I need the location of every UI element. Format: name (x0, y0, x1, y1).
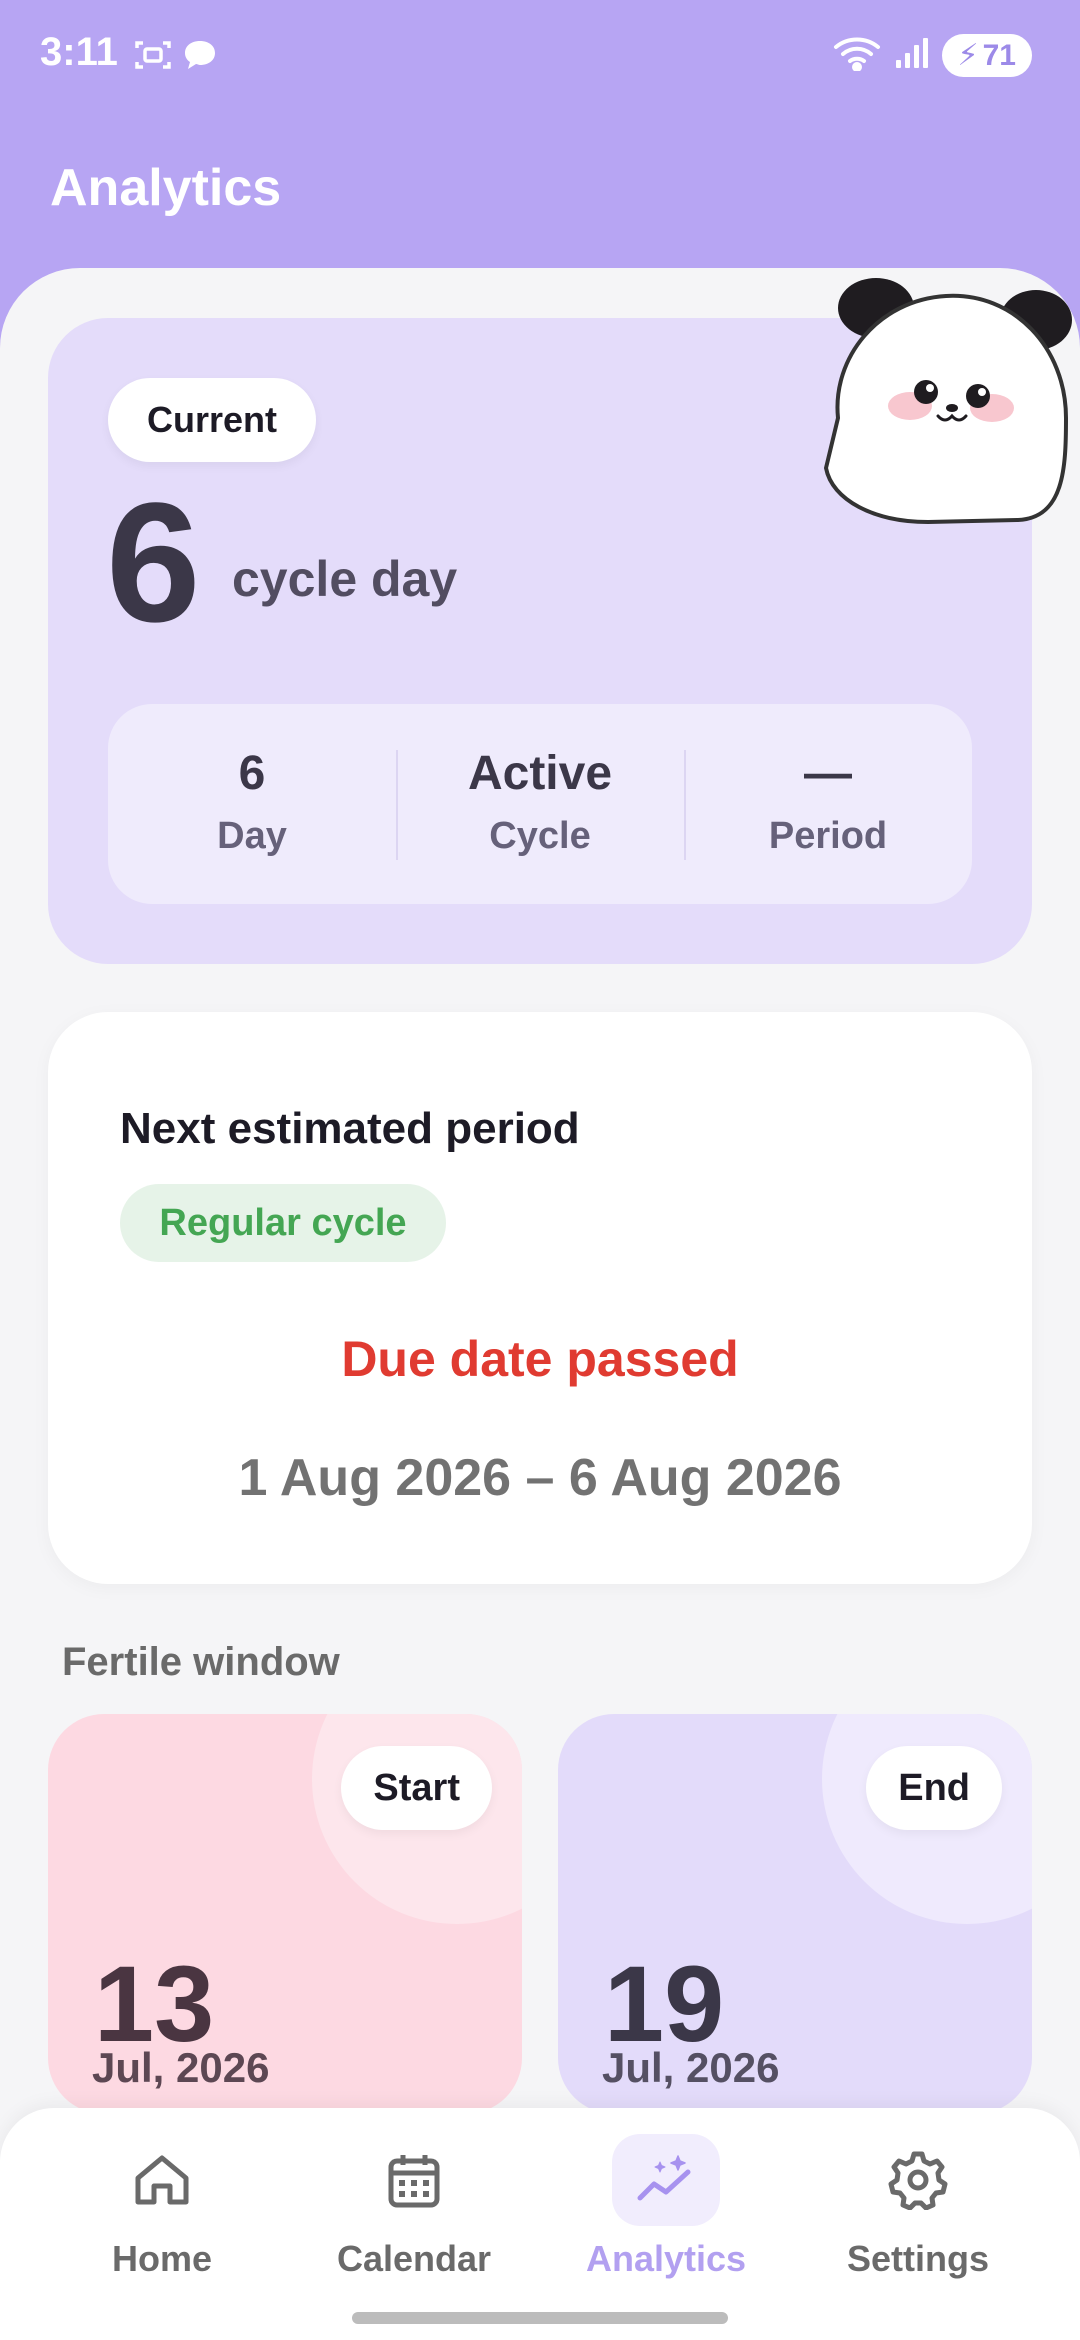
stat-period: — Period (684, 704, 972, 904)
stat-day: 6 Day (108, 704, 396, 904)
end-month-year: Jul, 2026 (602, 2044, 780, 2091)
due-status: Due date passed (341, 1331, 739, 1387)
page-title: Analytics (50, 159, 282, 217)
end-badge: End (866, 1746, 1002, 1830)
start-day: 13 (94, 1943, 215, 2064)
charging-icon: ⚡ (957, 39, 979, 72)
next-period-card: Next estimated period Regular cycle Due … (48, 1012, 1032, 1584)
stat-value: 6 (238, 747, 266, 800)
wifi-icon (832, 35, 882, 76)
cycle-day-number: 6 (106, 468, 201, 658)
cycle-stats: 6 Day Active Cycle — Period (108, 704, 972, 904)
next-period-title: Next estimated period (120, 1104, 580, 1153)
home-icon (108, 2134, 216, 2226)
battery-indicator: ⚡ 71 (941, 34, 1032, 77)
panda-mascot-icon (818, 278, 1074, 533)
calendar-icon (360, 2134, 468, 2226)
gear-icon (864, 2134, 972, 2226)
fertile-window-label: Fertile window (62, 1640, 340, 1684)
start-badge: Start (341, 1746, 492, 1830)
stat-label: Day (217, 815, 287, 857)
stat-value: — (804, 747, 852, 800)
nav-label: Home (111, 2238, 213, 2279)
nav-label: Settings (846, 2238, 989, 2279)
cycle-day-label: cycle day (232, 551, 458, 607)
stat-label: Cycle (489, 815, 591, 857)
battery-level: 71 (982, 38, 1016, 72)
chat-bubble-icon (182, 38, 218, 77)
current-badge: Current (108, 378, 316, 462)
nav-label: Calendar (336, 2238, 492, 2279)
nav-calendar[interactable]: Calendar (294, 2134, 534, 2294)
status-time: 3:11 (40, 30, 118, 74)
stat-cycle: Active Cycle (396, 704, 684, 904)
stat-label: Period (768, 815, 888, 857)
nav-label: Analytics (585, 2238, 747, 2279)
end-day: 19 (604, 1943, 725, 2064)
status-bar: 3:11 ⚡ 71 (0, 0, 1080, 110)
signal-icon (894, 36, 930, 75)
bottom-navigation: Home Calendar Analytics Settings (0, 2108, 1080, 2340)
home-indicator[interactable] (352, 2312, 728, 2324)
screenshot-icon (134, 38, 172, 77)
start-month-year: Jul, 2026 (92, 2044, 270, 2091)
analytics-icon (612, 2134, 720, 2226)
regular-cycle-badge: Regular cycle (120, 1184, 446, 1262)
nav-home[interactable]: Home (42, 2134, 282, 2294)
fertile-start-card[interactable]: Start 13 Jul, 2026 (48, 1714, 522, 2114)
fertile-end-card[interactable]: End 19 Jul, 2026 (558, 1714, 1032, 2114)
stat-value: Active (467, 747, 613, 800)
nav-settings[interactable]: Settings (798, 2134, 1038, 2294)
period-date-range: 1 Aug 2026 – 6 Aug 2026 (238, 1449, 842, 1507)
nav-analytics[interactable]: Analytics (546, 2134, 786, 2294)
